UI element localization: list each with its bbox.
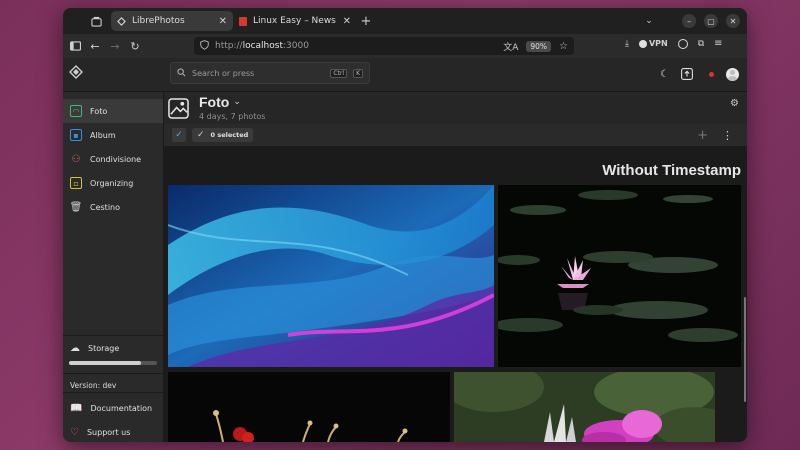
- version-text: Version: dev: [70, 381, 117, 390]
- close-window-icon[interactable]: ✕: [726, 14, 740, 28]
- sidebar-item-label: Foto: [90, 106, 108, 116]
- vpn-icon: [638, 39, 647, 48]
- sidebar-item-label: Condivisione: [90, 154, 142, 164]
- tab-title: Linux Easy – News da Mo: [253, 16, 337, 26]
- check-icon: ✓: [197, 130, 205, 140]
- tab-close-icon[interactable]: ✕: [219, 16, 227, 27]
- main-content: Foto ⌄ 4 days, 7 photos ⚙ ✓ ✓ 0 selected…: [164, 92, 747, 442]
- support-label: Support us: [86, 427, 131, 437]
- shortcut-k: K: [353, 68, 363, 78]
- url-port: :3000: [282, 41, 309, 51]
- sidebar-item-album[interactable]: ▪ Album: [63, 123, 163, 147]
- section-title: Without Timestamp: [602, 162, 741, 179]
- app-header: Search or press Ctrl K ☾: [63, 58, 747, 92]
- sidebar-toggle-icon[interactable]: [65, 36, 85, 56]
- nav-bar: ← → ↻ http://localhost:3000 文A 90% ☆ ⤓ V…: [63, 34, 747, 58]
- browser-window: LibrePhotos ✕ Linux Easy – News da Mo ✕ …: [63, 8, 747, 442]
- shield-icon: [200, 39, 209, 53]
- storage-progress-bar: [69, 361, 157, 365]
- shortcut-ctrl: Ctrl: [330, 68, 348, 78]
- photo-icon: ◠: [70, 105, 82, 117]
- storage-progress-fill: [69, 361, 142, 365]
- select-all-checkbox-icon[interactable]: ✓: [172, 128, 186, 142]
- page-title-text: Foto: [199, 94, 230, 110]
- url-host: localhost: [242, 41, 283, 51]
- sidebar: ◠ Foto ▪ Album ⚇ Condivisione ▫ Organizi…: [63, 92, 164, 442]
- tab-close-icon[interactable]: ✕: [343, 16, 351, 27]
- translate-icon[interactable]: 文A: [503, 40, 518, 53]
- menu-icon[interactable]: ≡: [714, 38, 722, 49]
- url-bar[interactable]: http://localhost:3000 文A 90% ☆: [194, 37, 574, 55]
- storage-label: Storage: [88, 343, 120, 353]
- maximize-icon[interactable]: ▢: [704, 14, 718, 28]
- extensions-icon[interactable]: ⧉: [698, 39, 704, 49]
- selected-count-pill[interactable]: ✓ 0 selected: [192, 128, 254, 142]
- tab-title: LibrePhotos: [132, 16, 185, 26]
- sidebar-item-foto[interactable]: ◠ Foto: [63, 99, 163, 123]
- tab-overview-icon[interactable]: [87, 12, 105, 30]
- tab-strip: LibrePhotos ✕ Linux Easy – News da Mo ✕ …: [63, 8, 747, 34]
- search-input[interactable]: Search or press: [192, 69, 324, 78]
- forward-icon[interactable]: →: [105, 36, 125, 56]
- url-prefix: http://: [215, 41, 243, 51]
- tab-list-chevron-icon[interactable]: ⌄: [640, 12, 658, 30]
- photo-thumbnail[interactable]: [454, 372, 715, 442]
- page-title[interactable]: Foto ⌄: [199, 94, 241, 110]
- vpn-button[interactable]: VPN: [638, 39, 668, 48]
- documentation-link[interactable]: 📖 Documentation: [63, 396, 163, 420]
- scrollbar[interactable]: [744, 297, 746, 402]
- minimize-icon[interactable]: –: [682, 14, 696, 28]
- album-icon: ▪: [70, 129, 82, 141]
- selection-toolbar: ✓ ✓ 0 selected + ⋮: [164, 124, 747, 146]
- add-icon[interactable]: +: [697, 128, 708, 143]
- support-link[interactable]: ♡ Support us: [63, 420, 163, 442]
- users-icon: ⚇: [71, 153, 81, 165]
- avatar[interactable]: [725, 68, 739, 81]
- sidebar-item-label: Album: [90, 130, 116, 140]
- notification-dot-icon[interactable]: [708, 72, 714, 77]
- photo-thumbnail[interactable]: [168, 372, 450, 442]
- documentation-label: Documentation: [90, 403, 153, 413]
- librephotos-logo-icon[interactable]: [69, 64, 83, 83]
- search-icon: [177, 67, 186, 79]
- vpn-label: VPN: [648, 39, 668, 48]
- account-icon[interactable]: [677, 38, 688, 49]
- page-subtitle: 4 days, 7 photos: [199, 112, 266, 121]
- bookmark-star-icon[interactable]: ☆: [559, 41, 568, 52]
- librephotos-favicon: [117, 16, 126, 26]
- photo-thumbnail[interactable]: [168, 185, 494, 367]
- reload-icon[interactable]: ↻: [125, 36, 145, 56]
- more-options-icon[interactable]: ⋮: [722, 129, 733, 142]
- sidebar-item-organizing[interactable]: ▫ Organizing: [63, 171, 163, 195]
- dark-mode-moon-icon[interactable]: ☾: [660, 69, 669, 80]
- sidebar-item-label: Cestino: [90, 202, 120, 212]
- linux-easy-favicon: [239, 16, 247, 26]
- new-tab-icon[interactable]: +: [357, 12, 375, 30]
- search-box[interactable]: Search or press Ctrl K: [170, 62, 370, 84]
- chevron-down-icon: ⌄: [233, 97, 241, 107]
- settings-gear-icon[interactable]: ⚙: [730, 98, 739, 109]
- photo-header-icon: [168, 98, 189, 123]
- tab-librephotos[interactable]: LibrePhotos ✕: [111, 11, 233, 31]
- selected-count: 0 selected: [210, 131, 249, 139]
- book-icon: 📖: [70, 402, 83, 414]
- cloud-icon: ☁: [70, 342, 80, 354]
- tab-linux-easy[interactable]: Linux Easy – News da Mo ✕: [233, 11, 357, 31]
- heart-icon: ♡: [70, 426, 79, 438]
- page-header: Foto ⌄ 4 days, 7 photos ⚙: [164, 92, 747, 124]
- sidebar-item-condivisione[interactable]: ⚇ Condivisione: [63, 147, 163, 171]
- storage-item[interactable]: ☁ Storage: [63, 339, 163, 357]
- download-icon[interactable]: ⤓: [625, 39, 629, 49]
- back-icon[interactable]: ←: [85, 36, 105, 56]
- sidebar-item-cestino[interactable]: 🗑 Cestino: [63, 195, 163, 219]
- upload-icon[interactable]: [681, 65, 693, 84]
- zoom-level[interactable]: 90%: [526, 40, 552, 52]
- sidebar-item-label: Organizing: [90, 178, 134, 188]
- organize-icon: ▫: [70, 177, 82, 189]
- trash-icon: 🗑: [69, 201, 83, 213]
- photo-thumbnail[interactable]: [498, 185, 741, 367]
